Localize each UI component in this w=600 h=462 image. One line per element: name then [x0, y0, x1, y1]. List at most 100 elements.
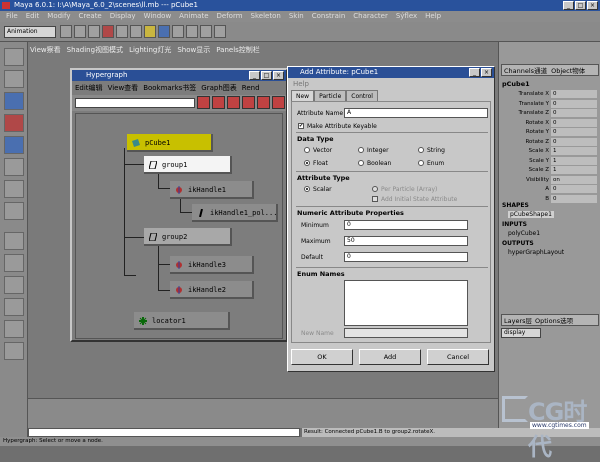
new-scene-icon[interactable] [60, 25, 72, 38]
manipulator-tool-icon[interactable] [4, 158, 24, 176]
menu-help[interactable]: Help [425, 11, 441, 22]
menu-modify[interactable]: Modify [47, 11, 70, 22]
channel-row[interactable]: Visibility on [501, 175, 599, 185]
menu-edit[interactable]: Edit [26, 11, 40, 22]
per-particle-radio[interactable] [372, 186, 378, 192]
make-keyable-checkbox[interactable]: ✔ [298, 123, 304, 129]
save-scene-icon[interactable] [88, 25, 100, 38]
panel-menu-shading[interactable]: Shading视图模式 [67, 44, 123, 56]
scene-hierarchy-icon[interactable] [197, 96, 210, 109]
menu-character[interactable]: Character [353, 11, 388, 22]
menu-file[interactable]: File [6, 11, 18, 22]
channel-row[interactable]: Translate Z0 [501, 109, 599, 118]
node-group1[interactable]: group1 [144, 156, 232, 174]
minimum-input[interactable]: 0 [344, 220, 468, 230]
tab-particle[interactable]: Particle [314, 90, 347, 101]
hypergraph-canvas[interactable]: pCube1 group1 ikHandle1 ikHandle1_pol...… [75, 113, 283, 339]
maximize-button[interactable]: □ [575, 1, 586, 10]
hypergraph-filter-input[interactable] [75, 98, 195, 108]
channel-value[interactable]: 0 [551, 128, 597, 136]
layer-options-menu[interactable]: Options选项 [535, 315, 573, 325]
rotate-tool-icon[interactable] [4, 114, 24, 132]
channel-value[interactable]: 1 [551, 156, 597, 165]
channel-value[interactable]: 0 [551, 137, 597, 146]
four-pane-layout-icon[interactable] [4, 254, 24, 272]
ok-button[interactable]: OK [291, 349, 353, 365]
dialog-minimize-button[interactable]: _ [469, 68, 480, 77]
tab-control[interactable]: Control [346, 90, 378, 101]
enum-names-list[interactable] [344, 280, 468, 326]
minimize-button[interactable]: _ [563, 1, 574, 10]
channel-value[interactable]: 1 [551, 166, 597, 174]
node-pcube1[interactable]: pCube1 [127, 134, 213, 152]
snap-grid-icon[interactable] [144, 25, 156, 38]
panel-menu-lighting[interactable]: Lighting灯光 [129, 44, 171, 56]
channel-row[interactable]: Scale Y1 [501, 156, 599, 166]
menu-constrain[interactable]: Constrain [312, 11, 346, 22]
menu-skin[interactable]: Skin [289, 11, 304, 22]
channel-row[interactable]: Scale Z1 [501, 166, 599, 175]
panel-menu-view[interactable]: View察看 [30, 44, 61, 56]
snap-curve-icon[interactable] [158, 25, 170, 38]
close-button[interactable]: × [587, 1, 598, 10]
frame-hierarchy-icon[interactable] [257, 96, 270, 109]
soft-mod-tool-icon[interactable] [4, 180, 24, 198]
channel-row[interactable]: Rotate Z0 [501, 137, 599, 147]
boolean-radio[interactable] [358, 160, 364, 166]
frame-all-icon[interactable] [227, 96, 240, 109]
menu-animate[interactable]: Animate [179, 11, 208, 22]
panel-menu-show[interactable]: Show显示 [177, 44, 210, 56]
menu-create[interactable]: Create [78, 11, 101, 22]
node-ikhandle1-pole[interactable]: ikHandle1_pol... [192, 204, 278, 222]
hypergraph-maximize-button[interactable]: □ [261, 71, 272, 80]
layer-mode-select[interactable]: display [501, 328, 541, 338]
vector-radio[interactable] [304, 147, 310, 153]
channel-value[interactable]: 0 [551, 194, 597, 203]
menu-deform[interactable]: Deform [217, 11, 243, 22]
scale-tool-icon[interactable] [4, 136, 24, 154]
new-name-input[interactable] [344, 328, 468, 338]
select-tool-icon[interactable] [4, 48, 24, 66]
node-ikhandle3[interactable]: ikHandle3 [170, 256, 254, 274]
channel-value[interactable]: 1 [551, 147, 597, 155]
hg-menu-view[interactable]: View查看 [108, 82, 139, 94]
menu-syflex[interactable]: Sýflex [396, 11, 417, 22]
frame-selection-icon[interactable] [242, 96, 255, 109]
channels-menu[interactable]: Channels通道 [504, 65, 547, 75]
integer-radio[interactable] [358, 147, 364, 153]
render-icon[interactable] [186, 25, 198, 38]
hypergraph-minimize-button[interactable]: _ [249, 71, 260, 80]
mode-selector[interactable]: Animation [4, 26, 56, 38]
tab-new[interactable]: New [291, 90, 315, 101]
output-item[interactable]: hyperGraphLayout [508, 249, 564, 256]
channel-row[interactable]: Rotate X0 [501, 118, 599, 128]
snap-point-icon[interactable] [172, 25, 184, 38]
channel-value[interactable]: 0 [551, 109, 597, 117]
command-line-input[interactable] [28, 428, 300, 437]
hypergraph-titlebar[interactable]: Hypergraph _ □ × [72, 70, 286, 81]
frame-branch-icon[interactable] [272, 96, 285, 109]
node-locator1[interactable]: locator1 [134, 312, 230, 330]
add-attribute-titlebar[interactable]: Add Attribute: pCube1 _ × [288, 67, 494, 78]
channel-row[interactable]: Scale X1 [501, 147, 599, 156]
input-item[interactable]: polyCube1 [508, 230, 540, 237]
select-hierarchy-icon[interactable] [102, 25, 114, 38]
maximum-input[interactable]: 50 [344, 236, 468, 246]
channel-value[interactable]: 0 [551, 118, 597, 127]
menu-skeleton[interactable]: Skeleton [251, 11, 281, 22]
channel-value[interactable]: 0 [551, 99, 597, 108]
channel-row[interactable]: Translate Y0 [501, 99, 599, 109]
side-by-side-layout-icon[interactable] [4, 276, 24, 294]
dialog-close-button[interactable]: × [481, 68, 492, 77]
node-ikhandle1[interactable]: ikHandle1 [170, 181, 254, 199]
persp-graph-layout-icon[interactable] [4, 320, 24, 338]
channel-value[interactable]: on [551, 175, 597, 184]
node-group2[interactable]: group2 [144, 228, 232, 246]
default-input[interactable]: 0 [344, 252, 468, 262]
hypershade-layout-icon[interactable] [4, 342, 24, 360]
hg-menu-rendering[interactable]: Rend [242, 82, 260, 94]
single-pane-layout-icon[interactable] [4, 232, 24, 250]
channel-value[interactable]: 0 [551, 185, 597, 193]
channel-row[interactable]: Translate X0 [501, 90, 599, 99]
panel-menu-panels[interactable]: Panels控制栏 [216, 44, 260, 56]
